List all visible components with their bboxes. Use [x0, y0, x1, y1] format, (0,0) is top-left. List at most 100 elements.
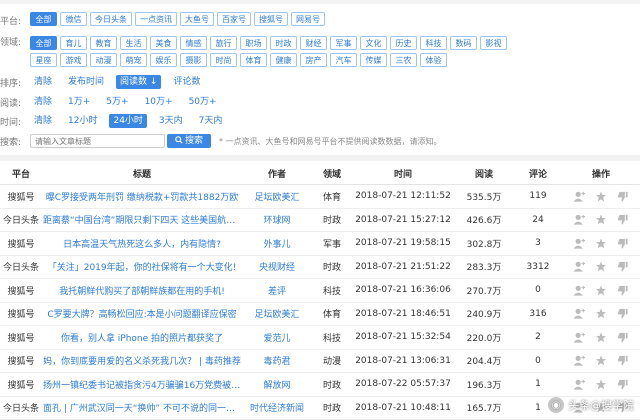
reads-option[interactable]: 50万+ [185, 95, 221, 109]
domain-option[interactable]: 传媒 [360, 53, 387, 67]
domain-option[interactable]: 美食 [150, 36, 177, 50]
platform-option[interactable]: 百家号 [217, 12, 251, 26]
time-option[interactable]: 清除 [30, 114, 56, 128]
domain-option[interactable]: 情感 [180, 36, 207, 50]
platform-option[interactable]: 微信 [60, 12, 87, 26]
thumbs-down-icon[interactable] [617, 332, 629, 343]
domain-option[interactable]: 三农 [390, 53, 417, 67]
reads-option[interactable]: 5万+ [102, 95, 132, 109]
platform-option[interactable]: 一点资讯 [135, 12, 177, 26]
domain-option[interactable]: 星座 [30, 53, 57, 67]
author-cell[interactable]: 外事儿 [242, 231, 312, 256]
search-button[interactable]: 搜索 [167, 134, 212, 148]
add-user-icon[interactable] [573, 285, 585, 296]
author-cell[interactable]: 毒药君 [242, 349, 312, 373]
star-icon[interactable] [595, 379, 607, 390]
domain-option[interactable]: 体育 [240, 53, 267, 67]
author-cell[interactable]: 环球网 [242, 208, 312, 232]
domain-option[interactable]: 摄影 [180, 53, 207, 67]
thumbs-down-icon[interactable] [617, 191, 629, 202]
thumbs-down-icon[interactable] [617, 238, 629, 249]
star-icon[interactable] [595, 332, 607, 343]
reads-option[interactable]: 清除 [30, 95, 56, 109]
time-option[interactable]: 12小时 [64, 114, 101, 128]
author-cell[interactable]: 解放网 [242, 372, 312, 397]
time-option[interactable]: 7天内 [195, 114, 227, 128]
add-user-icon[interactable] [573, 308, 585, 319]
domain-option[interactable]: 生活 [120, 36, 147, 50]
domain-option[interactable]: 文化 [360, 36, 387, 50]
title-cell[interactable]: 曝C罗接受两年刑罚 缴纳税款+罚款共1882万欧 [42, 184, 242, 209]
author-cell[interactable]: 央视财经 [242, 255, 312, 279]
time-option[interactable]: 3天内 [155, 114, 187, 128]
star-icon[interactable] [595, 355, 607, 366]
sort-option[interactable]: 阅读数 ↓ [116, 75, 162, 89]
add-user-icon[interactable] [573, 332, 585, 343]
add-user-icon[interactable] [573, 355, 585, 366]
star-icon[interactable] [595, 261, 607, 272]
title-cell[interactable]: 日本高温天气热死这么多人，内有隐情? [42, 231, 242, 256]
reads-option[interactable]: 10万+ [141, 95, 177, 109]
domain-option[interactable]: 汽车 [330, 53, 357, 67]
title-cell[interactable]: 妈，你到底要用爱的名义杀死我几次？ | 毒药推荐 [42, 349, 242, 373]
add-user-icon[interactable] [573, 261, 585, 272]
domain-option[interactable]: 游戏 [60, 53, 87, 67]
title-cell[interactable]: 面孔 | 广州武汉同一天“换帅” 不可不说的同一个… [42, 396, 242, 420]
add-user-icon[interactable] [573, 214, 585, 225]
thumbs-down-icon[interactable] [617, 355, 629, 366]
title-cell[interactable]: C罗要大牌？高畅松回应:本是小问题翻译应保密 [42, 302, 242, 326]
author-cell[interactable]: 差评 [242, 278, 312, 303]
domain-option[interactable]: 娱乐 [150, 53, 177, 67]
thumbs-down-icon[interactable] [617, 379, 629, 390]
domain-option[interactable]: 财经 [300, 36, 327, 50]
domain-option[interactable]: 动漫 [90, 53, 117, 67]
search-input[interactable] [30, 134, 165, 148]
domain-option[interactable]: 萌宠 [120, 53, 147, 67]
reads-option[interactable]: 1万+ [64, 95, 94, 109]
sort-option[interactable]: 清除 [30, 75, 56, 89]
domain-option[interactable]: 健康 [270, 53, 297, 67]
domain-option[interactable]: 时政 [270, 36, 297, 50]
platform-option[interactable]: 大鱼号 [180, 12, 214, 26]
star-icon[interactable] [595, 191, 607, 202]
star-icon[interactable] [595, 238, 607, 249]
thumbs-down-icon[interactable] [617, 285, 629, 296]
platform-option[interactable]: 全部 [30, 12, 57, 26]
title-cell[interactable]: 扬州一镇纪委书记被指贪污4万骗骗16万党费被人… [42, 372, 242, 397]
title-cell[interactable]: 你看，别人拿 iPhone 拍的照片都获奖了 [42, 325, 242, 350]
author-cell[interactable]: 爱范儿 [242, 325, 312, 350]
title-cell[interactable]: 「关注」2019年起，你的社保将有一个大变化! [42, 255, 242, 279]
domain-option[interactable]: 科技 [420, 36, 447, 50]
star-icon[interactable] [595, 214, 607, 225]
domain-option[interactable]: 教育 [90, 36, 117, 50]
domain-option[interactable]: 历史 [390, 36, 417, 50]
add-user-icon[interactable] [573, 379, 585, 390]
author-cell[interactable]: 足坛欧美汇 [242, 184, 312, 209]
domain-option[interactable]: 房产 [300, 53, 327, 67]
sort-option[interactable]: 发布时间 [64, 75, 108, 89]
star-icon[interactable] [595, 308, 607, 319]
domain-option[interactable]: 时尚 [210, 53, 237, 67]
star-icon[interactable] [595, 285, 607, 296]
domain-option[interactable]: 全部 [30, 36, 57, 50]
add-user-icon[interactable] [573, 238, 585, 249]
time-option[interactable]: 24小时 [109, 114, 147, 128]
domain-option[interactable]: 职场 [240, 36, 267, 50]
domain-option[interactable]: 影视 [480, 36, 507, 50]
author-cell[interactable]: 足坛欧美汇 [242, 302, 312, 326]
thumbs-down-icon[interactable] [617, 261, 629, 272]
title-cell[interactable]: 距离蔡“中国台湾”期限只剩下四天 这些美国航空… [42, 208, 242, 232]
add-user-icon[interactable] [573, 191, 585, 202]
thumbs-down-icon[interactable] [617, 214, 629, 225]
domain-option[interactable]: 体验 [420, 53, 447, 67]
title-cell[interactable]: 我托朝鲜代购买了部朝鲜族都在用的手机! [42, 278, 242, 303]
author-cell[interactable]: 时代经济新闻 [242, 396, 312, 420]
platform-option[interactable]: 网易号 [291, 12, 325, 26]
domain-option[interactable]: 数码 [450, 36, 477, 50]
platform-option[interactable]: 今日头条 [90, 12, 132, 26]
domain-option[interactable]: 军事 [330, 36, 357, 50]
domain-option[interactable]: 旅行 [210, 36, 237, 50]
sort-option[interactable]: 评论数 [169, 75, 204, 89]
domain-option[interactable]: 育儿 [60, 36, 87, 50]
thumbs-down-icon[interactable] [617, 308, 629, 319]
